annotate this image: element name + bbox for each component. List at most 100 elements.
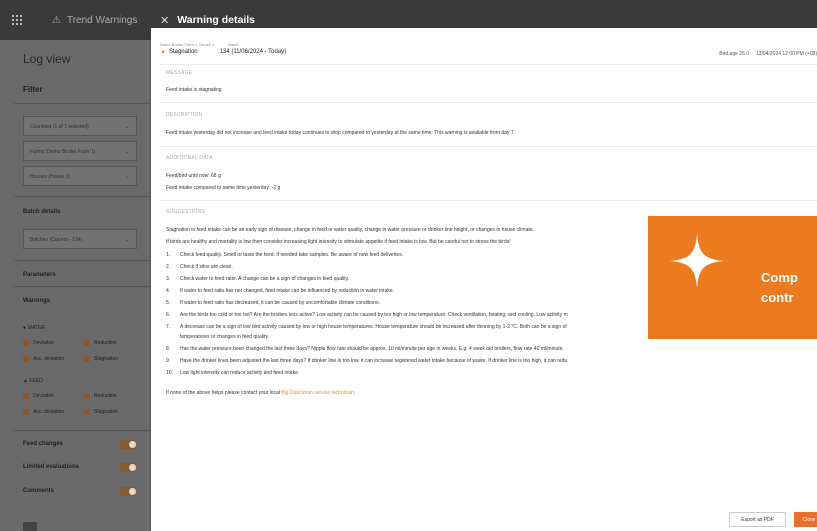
checkbox-label: Acc. deviation	[33, 409, 65, 415]
comments-toggle[interactable]	[119, 487, 137, 496]
checkbox-label: Deviation	[33, 340, 54, 346]
checkbox-checked-icon	[84, 340, 90, 346]
suggestion-text: Have the drinker lines been adjusted the…	[180, 358, 568, 364]
checkbox-label: Deviation	[33, 393, 54, 399]
warning-datetime: 12/04/2024 12:00 PM (+08)	[755, 51, 817, 57]
checkbox-checked-icon	[23, 409, 29, 415]
checkbox-label: Reduction	[94, 340, 117, 346]
comments-label: Comments	[23, 488, 55, 494]
checkbox-label: Stagnation	[94, 356, 118, 362]
checkbox-checked-icon	[23, 356, 29, 362]
warning-triangle-icon: ▲	[160, 49, 166, 55]
description-text: Feed intake yesterday did not increase a…	[166, 130, 515, 136]
bird-age: Bird age 26.0	[719, 51, 750, 57]
chevron-down-icon: ⌄	[124, 149, 130, 155]
divider	[160, 146, 817, 147]
promo-line: contr	[761, 290, 794, 305]
sidebar: Log view Filter Countries (1 of 7 select…	[0, 40, 151, 531]
suggestion-item: 7. A decrease can be a sign of low bird a…	[166, 324, 567, 330]
description-heading: DESCRIPTION	[166, 112, 203, 118]
suggestions-intro: Stagnation in feed intake can be an earl…	[166, 227, 534, 233]
suggestion-text: temperatures or changes in feed quality.	[180, 334, 269, 340]
suggestion-item: 5. If water to feed ratio has decreased, …	[166, 300, 380, 306]
suggestion-text: Check if silos are clean.	[180, 264, 233, 270]
apps-grid-icon[interactable]	[0, 0, 34, 40]
divider	[160, 200, 817, 201]
suggestion-number	[166, 334, 174, 340]
suggestion-text: If water to feed ratio has not changed, …	[180, 288, 395, 294]
divider	[14, 196, 151, 197]
message-text: Feed intake is stagnating	[166, 87, 222, 93]
checkbox-label: Acc. deviation	[33, 356, 65, 362]
farms-select[interactable]: Farms (Demo Broiler Farm 1) ⌄	[23, 141, 137, 161]
service-technician-link[interactable]: Big Dutchman service technician	[281, 390, 354, 396]
contact-suffix: .	[353, 390, 356, 396]
header-meta: Bird age 26.0 12/04/2024 12:00 PM (+08)	[719, 51, 817, 57]
suggestion-number: 9.	[166, 358, 171, 364]
promo-banner: Comp contr	[648, 216, 817, 339]
checkbox-label: Reduction	[94, 393, 117, 399]
suggestion-item: 10. Low light intensity can reduce activi…	[166, 370, 299, 376]
warnings-heading[interactable]: Warnings	[23, 298, 50, 304]
sparkle-icon	[670, 234, 724, 288]
suggestion-number: 5.	[166, 300, 171, 306]
checkbox-checked-icon	[84, 409, 90, 415]
checkbox-checked-icon	[23, 393, 29, 399]
batches-select[interactable]: Batches (Current - 134) ⌄	[23, 229, 137, 249]
feed-deviation-checkbox[interactable]: Deviation	[23, 393, 54, 399]
suggestion-number: 10.	[166, 370, 173, 376]
feed-stagnation-checkbox[interactable]: Stagnation	[84, 409, 118, 415]
suggestion-item: 3. Check water to feed ratio. A change ca…	[166, 276, 349, 282]
feed-changes-toggle[interactable]	[119, 440, 137, 449]
feed-changes-label: Feed changes	[23, 441, 64, 447]
suggestion-number: 1.	[166, 252, 171, 258]
feed-acc-deviation-checkbox[interactable]: Acc. deviation	[23, 409, 64, 415]
water-stagnation-checkbox[interactable]: Stagnation	[84, 356, 118, 362]
water-deviation-checkbox[interactable]: Deviation	[23, 340, 54, 346]
water-reduction-checkbox[interactable]: Reduction	[84, 340, 117, 346]
farms-value: Farms (Demo Broiler Farm 1)	[30, 149, 96, 155]
footer-icon[interactable]	[23, 522, 37, 531]
parameters-heading[interactable]: Parameters	[23, 272, 56, 278]
suggestion-text: A decrease can be a sign of low bird act…	[180, 324, 567, 330]
contact-prefix: If none of the above helps please contac…	[166, 390, 280, 396]
limited-evaluations-toggle[interactable]	[119, 463, 137, 472]
checkbox-checked-icon	[84, 356, 90, 362]
batch-crumb-label: Batch	[228, 42, 239, 47]
divider	[14, 260, 151, 261]
suggestion-number: 3.	[166, 276, 171, 282]
water-group-label: ● WATER	[23, 325, 45, 331]
houses-select[interactable]: Houses (House 1) ⌄	[23, 166, 137, 186]
suggestion-number: 4.	[166, 288, 171, 294]
suggestion-number: 2.	[166, 264, 171, 270]
export-pdf-button[interactable]: Export as PDF	[729, 512, 786, 527]
feed-label: FEED	[29, 378, 43, 384]
suggestion-text: Check feed quality. Smell or taste the f…	[180, 252, 404, 258]
suggestion-item: 8. Has the water pressure been changed th…	[166, 346, 564, 352]
checkbox-label: Stagnation	[94, 409, 118, 415]
divider	[14, 286, 151, 287]
suggestion-text: Are the birds too cold or too hot? Are t…	[180, 312, 568, 318]
close-icon[interactable]: ✕	[160, 14, 169, 27]
water-acc-deviation-checkbox[interactable]: Acc. deviation	[23, 356, 64, 362]
divider	[14, 430, 151, 431]
warning-name: Stagnation	[168, 49, 198, 55]
divider	[14, 103, 151, 104]
promo-line: Comp	[761, 270, 798, 285]
suggestion-number: 7.	[166, 324, 171, 330]
batch-details-heading[interactable]: Batch details	[23, 209, 60, 215]
limited-evaluations-label: Limited evaluations	[23, 464, 80, 470]
additional-data-line: Feed/bird until now: 68 g	[166, 173, 221, 179]
water-label: WATER	[27, 325, 45, 331]
farm-house-crumb: Demo Broiler Farm 1, House 1	[160, 42, 215, 47]
contact-note: If none of the above helps please contac…	[166, 390, 355, 396]
suggestion-item: 4. If water to feed ratio has not changed…	[166, 288, 394, 294]
app-title: ⚠ Trend Warnings	[34, 15, 152, 26]
suggestions-intro: If birds are healthy and mortality is lo…	[166, 239, 511, 245]
additional-data-line: Feed intake compared to same time yester…	[166, 185, 281, 191]
countries-select[interactable]: Countries (1 of 7 selected) ⌄	[23, 116, 137, 136]
batch-value: 134 (11/06/2024 - Today)	[219, 49, 287, 55]
suggestion-item: temperatures or changes in feed quality.	[166, 334, 269, 340]
feed-reduction-checkbox[interactable]: Reduction	[84, 393, 117, 399]
close-button[interactable]: Close	[794, 512, 817, 527]
